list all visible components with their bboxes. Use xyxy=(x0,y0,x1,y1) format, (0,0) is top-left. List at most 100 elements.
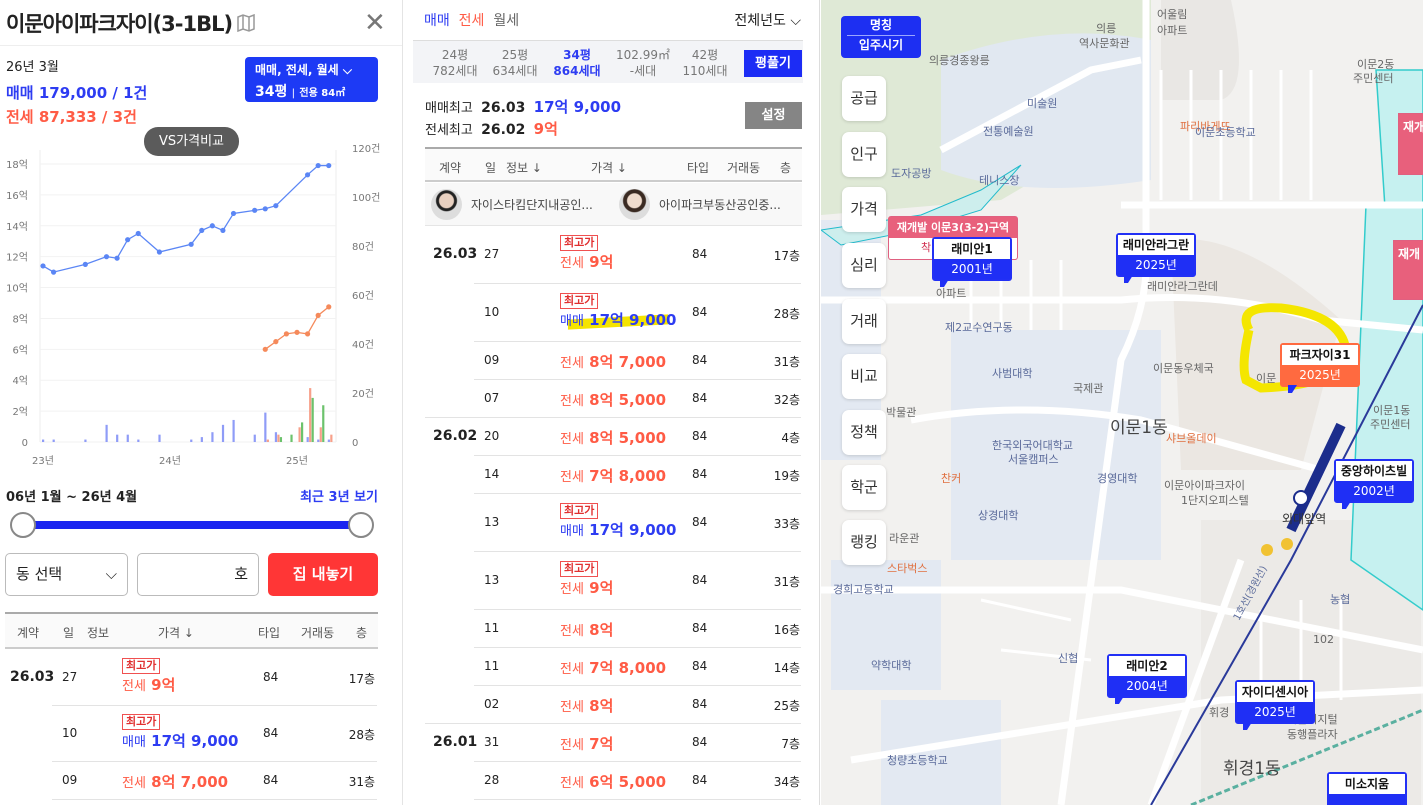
trade-type-select[interactable]: 매매, 전세, 월세 ⌵ 34평 | 전용 84㎡ xyxy=(245,57,378,102)
poi-label[interactable]: 농협 xyxy=(1330,591,1350,607)
poi-label[interactable]: 휘경 xyxy=(1209,704,1229,720)
agent-avatar[interactable] xyxy=(619,189,650,220)
table-row[interactable]: 13 최고가 매매 17억 9,000 84 33층 xyxy=(404,494,819,552)
size-tab[interactable]: 24평 782세대 xyxy=(427,47,483,79)
poi-label[interactable]: 이문 xyxy=(1256,370,1276,386)
expand-sizes-button[interactable]: 평풀기 xyxy=(744,50,802,77)
poi-label[interactable]: 아파트 xyxy=(936,285,966,301)
size-tab[interactable]: 102.99㎡ -세대 xyxy=(613,47,673,79)
range-slider-start-handle[interactable] xyxy=(10,512,36,538)
poi-label[interactable]: 동행플라자 xyxy=(1287,726,1338,742)
agent-avatar[interactable] xyxy=(431,189,462,220)
tab-monthly[interactable]: 월세 xyxy=(493,13,519,29)
poi-label[interactable]: 이문동우체국 xyxy=(1153,360,1214,376)
complex-marker[interactable]: 래미안라그란 2025년 xyxy=(1116,233,1196,283)
poi-label[interactable]: 서울캠퍼스 xyxy=(1008,451,1059,467)
side-menu-price[interactable]: 가격 xyxy=(842,187,886,232)
complex-marker[interactable]: 자이디센시아 2025년 xyxy=(1235,680,1315,730)
agent-name[interactable]: 자이스타킴단지내공인... xyxy=(471,196,593,213)
col-contract[interactable]: 계약 xyxy=(439,159,461,176)
poi-label[interactable]: 청량초등학교 xyxy=(887,752,948,768)
side-menu-ranking[interactable]: 랭킹 xyxy=(842,520,886,565)
side-menu-school[interactable]: 학군 xyxy=(842,465,886,510)
poi-label[interactable]: 의릉경종왕릉 xyxy=(929,52,990,68)
poi-label[interactable]: 테니스장 xyxy=(979,172,1019,188)
settings-button[interactable]: 설정 xyxy=(745,102,802,129)
side-menu-supply[interactable]: 공급 xyxy=(842,76,886,121)
poi-label[interactable]: 찬커 xyxy=(941,470,961,486)
poi-label[interactable]: 의릉 xyxy=(1096,20,1116,36)
table-row[interactable]: 11 전세 8억 84 16층 xyxy=(404,610,819,648)
table-row[interactable]: 26.01 31 전세 7억 84 7층 xyxy=(404,724,819,762)
complex-marker[interactable]: 미소지움 xyxy=(1327,772,1407,805)
poi-label[interactable]: 신협 xyxy=(1058,650,1078,666)
recent-3y-link[interactable]: 최근 3년 보기 xyxy=(300,486,378,505)
poi-label[interactable]: 약학대학 xyxy=(871,657,911,673)
close-icon[interactable]: ✕ xyxy=(364,8,386,38)
range-slider-end-handle[interactable] xyxy=(348,512,374,538)
poi-label[interactable]: 아파트 xyxy=(1157,22,1187,38)
poi-label[interactable]: 주민센터 xyxy=(1353,70,1393,86)
poi-label[interactable]: 국제관 xyxy=(1073,380,1103,396)
table-row[interactable]: 02 전세 8억 84 25층 xyxy=(404,686,819,724)
size-tab-selected[interactable]: 34평 864세대 xyxy=(547,47,607,79)
label-mode-button[interactable]: 명칭 입주시기 xyxy=(841,16,921,58)
col-info[interactable]: 정보 ↓ xyxy=(506,159,542,176)
side-menu-population[interactable]: 인구 xyxy=(842,132,886,177)
poi-label[interactable]: 경영대학 xyxy=(1097,470,1137,486)
table-row[interactable]: 09 전세 8억 7,000 84 31층 xyxy=(0,762,402,800)
table-row[interactable]: 10 최고가 매매 17억 9,000 84 28층 xyxy=(0,706,402,762)
map-view[interactable]: 의릉경종왕릉 의릉 역사문화관 어울림 아파트 이문2동 주민센터 미술원 전통… xyxy=(821,0,1423,805)
poi-label[interactable]: 박물관 xyxy=(886,404,916,420)
range-slider-track[interactable] xyxy=(23,521,361,529)
station-label[interactable]: 외대앞역 xyxy=(1282,510,1326,527)
complex-marker[interactable]: 래미안1 2001년 xyxy=(932,237,1012,287)
poi-label[interactable]: 제2교수연구동 xyxy=(945,319,1013,335)
list-house-button[interactable]: 집 내놓기 xyxy=(268,553,378,596)
map-book-icon[interactable] xyxy=(236,14,256,32)
table-row[interactable]: 14 전세 7억 8,000 84 19층 xyxy=(404,456,819,494)
poi-label[interactable]: 역사문화관 xyxy=(1079,35,1130,51)
poi-label[interactable]: 라운관 xyxy=(889,530,919,546)
table-row[interactable]: 28 전세 6억 5,000 84 34층 xyxy=(404,762,819,800)
poi-label[interactable]: 1단지오피스텔 xyxy=(1181,492,1249,508)
poi-label[interactable]: 경희고등학교 xyxy=(833,581,894,597)
complex-marker[interactable]: 중앙하이츠빌 2002년 xyxy=(1334,459,1414,509)
table-row[interactable]: 26.03 27 최고가 전세 9억 84 17층 xyxy=(404,226,819,284)
col-contract[interactable]: 계약 xyxy=(17,624,39,641)
poi-label[interactable]: 어울림 xyxy=(1157,6,1187,22)
agent-name[interactable]: 아이파크부동산공인중... xyxy=(659,196,781,213)
poi-label[interactable]: 샤브올데이 xyxy=(1166,430,1217,446)
complex-marker-selected[interactable]: 파크자이31 2025년 xyxy=(1280,343,1360,393)
table-row[interactable]: 26.03 27 최고가 전세 9억 84 17층 xyxy=(0,650,402,706)
table-row[interactable]: 07 전세 8억 5,000 84 32층 xyxy=(404,380,819,418)
ho-input[interactable]: 호 xyxy=(137,553,259,596)
poi-label[interactable]: 스타벅스 xyxy=(887,560,927,576)
side-menu-sentiment[interactable]: 심리 xyxy=(842,243,886,288)
size-tab[interactable]: 25평 634세대 xyxy=(487,47,543,79)
poi-label[interactable]: 102 xyxy=(1313,633,1334,646)
table-row[interactable]: 13 최고가 전세 9억 84 31층 xyxy=(404,552,819,610)
poi-label[interactable]: 도자공방 xyxy=(891,165,931,181)
year-select[interactable]: 전체년도 ⌵ xyxy=(734,10,801,30)
poi-label[interactable]: 상경대학 xyxy=(978,507,1018,523)
dong-select[interactable]: 동 선택 ⌵ xyxy=(5,553,128,596)
vs-compare-button[interactable]: VS가격비교 xyxy=(144,127,239,156)
col-price[interactable]: 가격 ↓ xyxy=(158,624,194,641)
poi-label[interactable]: 미술원 xyxy=(1027,95,1057,111)
complex-marker[interactable]: 래미안2 2004년 xyxy=(1107,654,1187,704)
side-menu-compare[interactable]: 비교 xyxy=(842,354,886,399)
col-price[interactable]: 가격 ↓ xyxy=(591,159,627,176)
tab-jeonse[interactable]: 전세 xyxy=(459,13,485,29)
side-menu-policy[interactable]: 정책 xyxy=(842,410,886,455)
redevelopment-marker[interactable]: 재개 xyxy=(1398,113,1423,175)
side-menu-trade[interactable]: 거래 xyxy=(842,299,886,344)
poi-label[interactable]: 사범대학 xyxy=(992,365,1032,381)
poi-label[interactable]: 주민센터 xyxy=(1370,416,1410,432)
table-row[interactable]: 10 최고가 매매 17억 9,000 84 28층 xyxy=(404,284,819,342)
poi-label[interactable]: 이문아이파크자이 xyxy=(1164,477,1245,493)
poi-label[interactable]: 전통예술원 xyxy=(983,123,1034,139)
poi-label[interactable]: 이문초등학교 xyxy=(1195,124,1256,140)
table-row[interactable]: 09 전세 8억 7,000 84 31층 xyxy=(404,342,819,380)
size-tab[interactable]: 42평 110세대 xyxy=(677,47,733,79)
